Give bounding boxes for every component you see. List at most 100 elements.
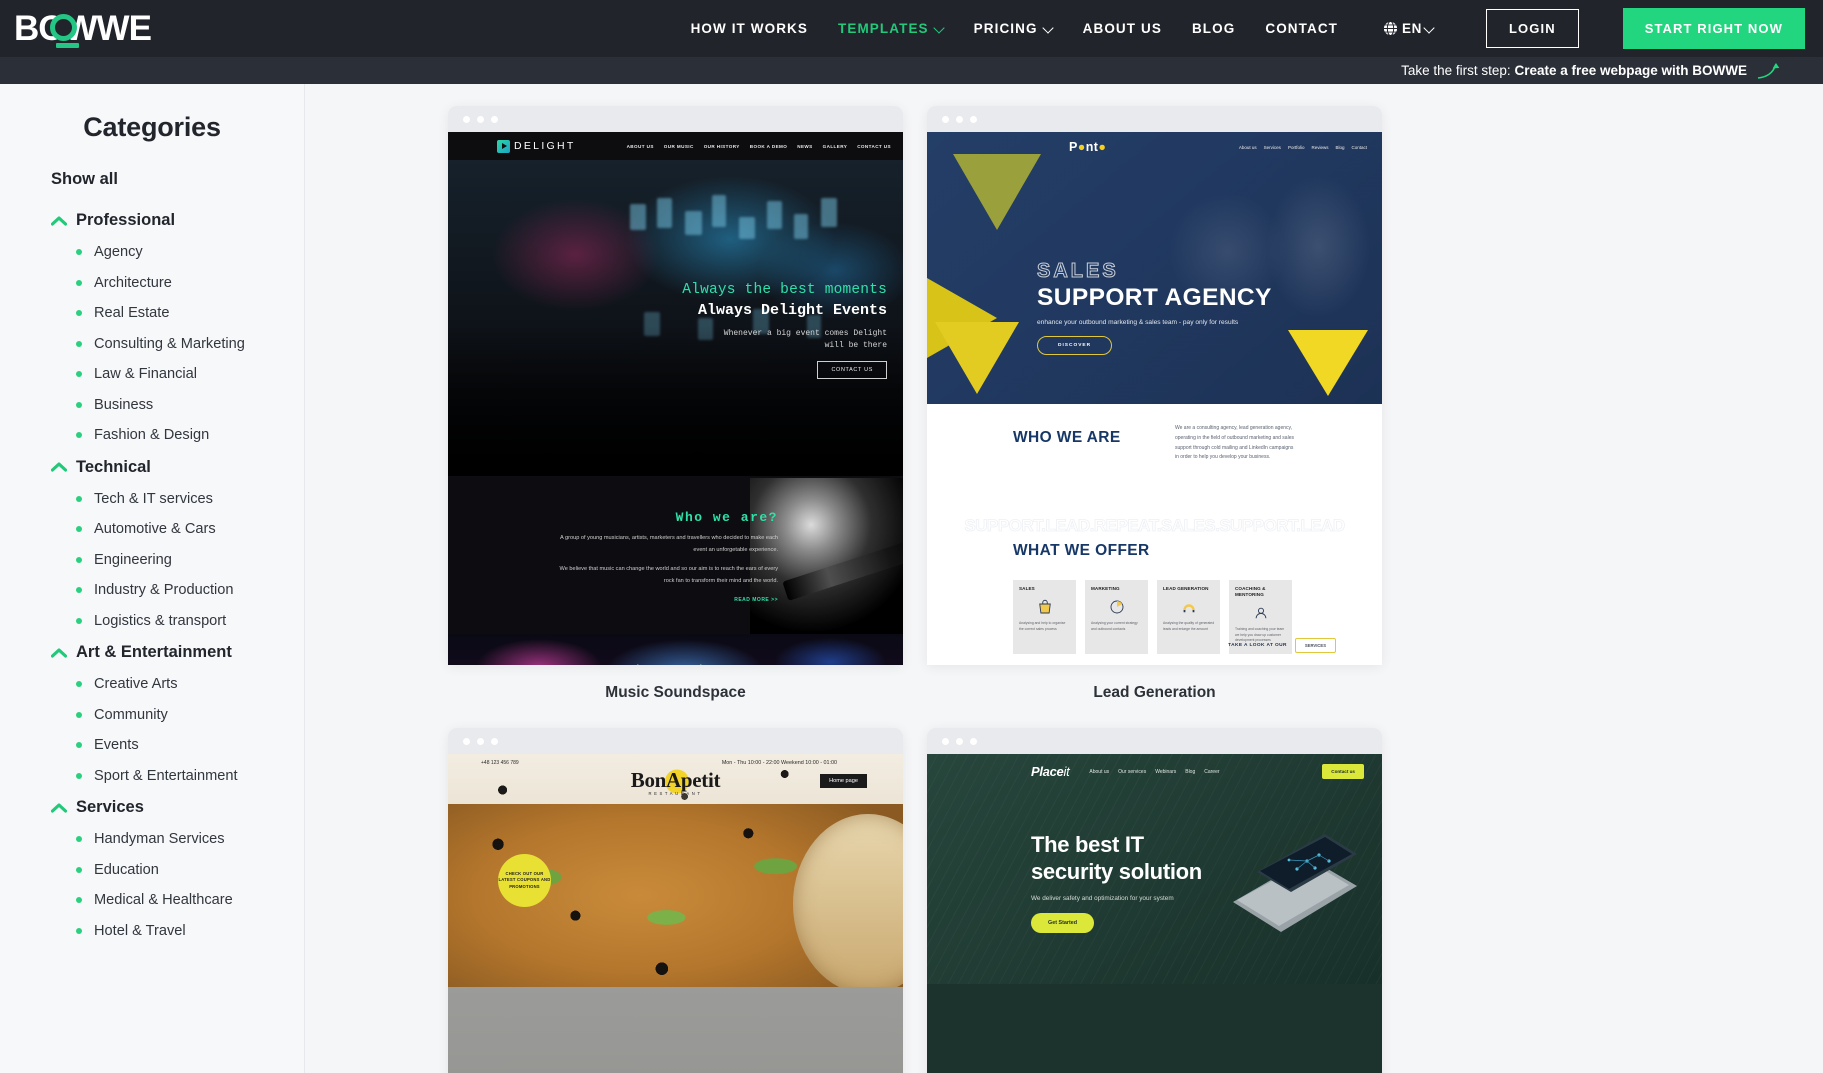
hero-title: The best IT security solution — [1031, 832, 1202, 886]
nav-item-templates[interactable]: TEMPLATES — [838, 21, 944, 36]
template-card-lead-generation[interactable]: P●nt● About us Services Portfolio Review… — [927, 106, 1382, 728]
browser-dot-icon — [491, 115, 498, 123]
pizza-photo: CHECK OUT OUR LATEST COUPONS AND PROMOTI… — [448, 804, 903, 987]
sidebar-item-events[interactable]: Events — [0, 737, 304, 753]
bullet-icon — [76, 681, 82, 687]
bullet-icon — [76, 495, 82, 502]
nav-item-how-it-works[interactable]: HOW IT WORKS — [691, 21, 808, 36]
nav-item-contact[interactable]: CONTACT — [1265, 21, 1338, 36]
preview-nav: Placeit About us Our services Webinars B… — [927, 764, 1382, 779]
preview-body: WHO WE ARE We are a consulting agency, l… — [927, 404, 1382, 665]
template-card-placeit[interactable]: Placeit About us Our services Webinars B… — [927, 728, 1382, 1073]
what-we-offer-title: WHAT WE OFFER — [1013, 542, 1150, 559]
brand-name-light: it — [1063, 764, 1070, 779]
bullet-icon — [76, 927, 82, 934]
sidebar-item-creative-arts[interactable]: Creative Arts — [0, 676, 304, 692]
watermark-text: SUPPORT.LEAD.REPEAT.SALES.SUPPORT.LEAD — [964, 516, 1346, 536]
footer-text: Unique Experience — [448, 664, 903, 665]
hero-get-started-button: Get Started — [1031, 912, 1095, 933]
hero-subtitle-line-2: will be there — [824, 341, 887, 350]
sidebar-item-community[interactable]: Community — [0, 707, 304, 723]
offer-card: LEAD GENERATION Analysing the quality of… — [1157, 580, 1220, 654]
nav-item-blog[interactable]: BLOG — [1192, 21, 1235, 36]
offer-card: SALES Analysing and help to organise the… — [1013, 580, 1076, 654]
sidebar-item-architecture[interactable]: Architecture — [0, 275, 304, 291]
preview-nav-item: Reviews — [1311, 144, 1329, 150]
browser-dots — [448, 728, 903, 754]
promo-prefix: Take the first step: — [1401, 63, 1511, 78]
preview-nav-item: Blog — [1335, 144, 1345, 150]
logo-circle-icon — [50, 14, 79, 48]
sidebar-group-technical[interactable]: Technical — [0, 458, 304, 477]
sidebar-group-label: Art & Entertainment — [76, 643, 232, 661]
nav-label: PRICING — [973, 21, 1038, 36]
page-title: Categories — [83, 112, 221, 142]
who-we-are-title: WHO WE ARE — [1013, 429, 1121, 446]
sidebar-item-tech-it-services[interactable]: Tech & IT services — [0, 491, 304, 507]
sidebar-item-real-estate[interactable]: Real Estate — [0, 305, 304, 321]
login-button[interactable]: LOGIN — [1486, 9, 1579, 48]
browser-dots — [927, 106, 1382, 132]
browser-dot-icon — [956, 115, 963, 123]
delight-logo: DELIGHT — [497, 139, 576, 153]
sidebar-item-agency[interactable]: Agency — [0, 244, 304, 260]
sidebar-group-services[interactable]: Services — [0, 798, 304, 817]
page-body: Categories Show all Professional Agency … — [0, 84, 1823, 1073]
hero-subtitle: Whenever a big event comes Delight will … — [682, 328, 887, 352]
triangle-decoration — [935, 322, 1019, 394]
template-preview: +48 123 456 789 Mon - Thu 10:00 - 22:00 … — [448, 754, 903, 1073]
sidebar-item-education[interactable]: Education — [0, 862, 304, 878]
browser-dot-icon — [970, 115, 977, 123]
template-preview: DELIGHT ABOUT US OUR MUSIC OUR HISTORY B… — [448, 132, 903, 665]
sidebar-item-label: Industry & Production — [94, 582, 234, 598]
promo-banner[interactable]: Take the first step: Create a free webpa… — [0, 57, 1823, 84]
sidebar-item-consulting-marketing[interactable]: Consulting & Marketing — [0, 336, 304, 352]
templates-grid-container: DELIGHT ABOUT US OUR MUSIC OUR HISTORY B… — [305, 84, 1823, 1073]
bullet-icon — [76, 310, 82, 316]
offer-card-title: MARKETING — [1091, 586, 1120, 591]
bullet-icon — [76, 340, 82, 347]
browser-dot-icon — [942, 737, 949, 745]
hero-discover-button: DISCOVER — [1037, 336, 1113, 355]
sidebar-item-business[interactable]: Business — [0, 397, 304, 413]
hero-kicker: SALES — [1037, 260, 1119, 283]
preview-nav-item: About us — [1238, 144, 1257, 150]
chevron-down-icon — [935, 24, 944, 33]
sidebar-item-engineering[interactable]: Engineering — [0, 552, 304, 568]
sidebar-item-logistics-transport[interactable]: Logistics & transport — [0, 613, 304, 629]
template-card-bon-apetit[interactable]: +48 123 456 789 Mon - Thu 10:00 - 22:00 … — [448, 728, 903, 1073]
start-right-now-button[interactable]: START RIGHT NOW — [1622, 8, 1805, 49]
brand-name: DELIGHT — [514, 140, 576, 152]
nav-item-pricing[interactable]: PRICING — [974, 21, 1053, 36]
sidebar-item-automotive-cars[interactable]: Automotive & Cars — [0, 521, 304, 537]
sidebar-item-label: Architecture — [94, 274, 172, 291]
sidebar-group-professional[interactable]: Professional — [0, 211, 304, 230]
sidebar-item-label: Engineering — [94, 551, 172, 568]
sidebar-item-sport-entertainment[interactable]: Sport & Entertainment — [0, 768, 304, 784]
sidebar-item-industry-production[interactable]: Industry & Production — [0, 582, 304, 598]
template-card-music-soundspace[interactable]: DELIGHT ABOUT US OUR MUSIC OUR HISTORY B… — [448, 106, 903, 728]
bullet-icon — [76, 866, 82, 873]
sidebar-item-show-all[interactable]: Show all — [0, 170, 304, 189]
sidebar-item-medical-healthcare[interactable]: Medical & Healthcare — [0, 892, 304, 908]
language-switcher[interactable]: EN — [1382, 20, 1434, 37]
bowwe-logo[interactable]: BOWWE — [14, 11, 174, 48]
preview-hero: P●nt● About us Services Portfolio Review… — [927, 132, 1382, 404]
brand-name-text: BonApetit — [630, 768, 721, 792]
preview-hero: Always the best moments Always Delight E… — [448, 160, 903, 476]
browser-dots — [927, 728, 1382, 754]
sidebar-item-handyman-services[interactable]: Handyman Services — [0, 831, 304, 847]
hero-subtitle: We deliver safety and optimization for y… — [1031, 894, 1174, 902]
sidebar-item-label: Real Estate — [94, 305, 170, 321]
sidebar-item-law-financial[interactable]: Law & Financial — [0, 366, 304, 382]
bullet-icon — [76, 401, 82, 408]
sidebar-group-art-entertainment[interactable]: Art & Entertainment — [0, 643, 304, 662]
sidebar-item-hotel-travel[interactable]: Hotel & Travel — [0, 923, 304, 939]
template-card-title: Music Soundspace — [605, 684, 746, 701]
sidebar-item-fashion-design[interactable]: Fashion & Design — [0, 427, 304, 443]
promo-banner-text: Take the first step: Create a free webpa… — [1401, 63, 1747, 78]
preview-nav-item: NEWS — [797, 143, 813, 149]
triangle-decoration — [953, 154, 1041, 230]
nav-item-about-us[interactable]: ABOUT US — [1083, 21, 1162, 36]
phone-number: +48 123 456 789 — [481, 760, 519, 766]
